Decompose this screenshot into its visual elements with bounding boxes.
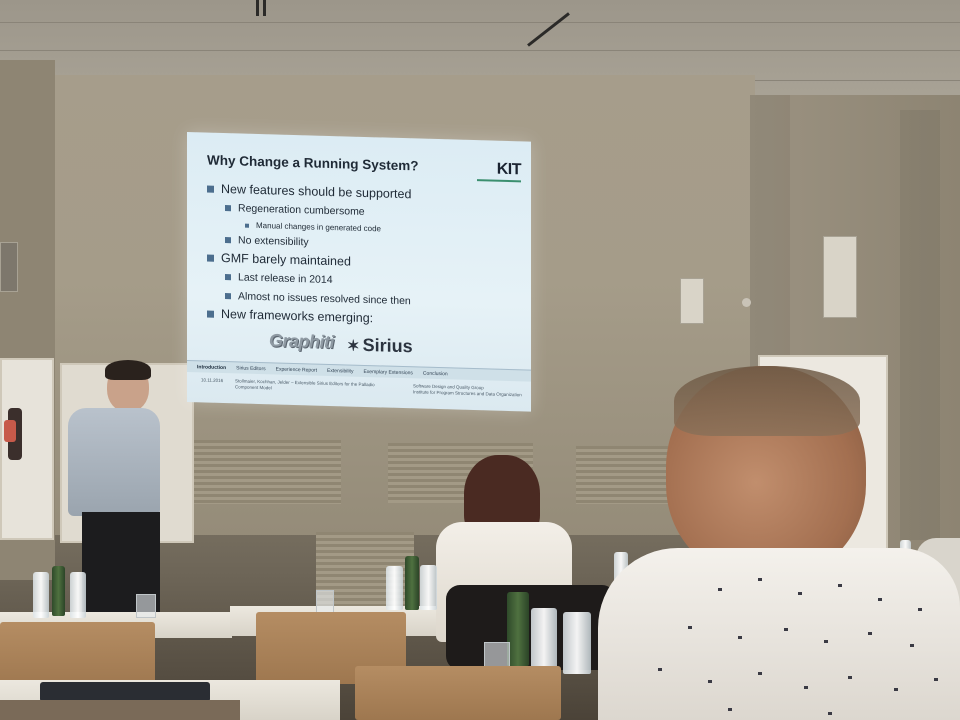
shirt-pattern	[658, 578, 938, 715]
water-bottle	[386, 566, 403, 610]
slide-authors-line2: Component Model	[235, 384, 272, 391]
slide-bullet: Regeneration cumbersome	[225, 202, 365, 218]
poster-figure	[4, 420, 16, 442]
conference-room-photo: Why Change a Running System? KIT New fea…	[0, 0, 960, 720]
kit-logo-text: KIT	[496, 160, 521, 179]
slide-nav-item: Sirius Editors	[236, 365, 266, 373]
wall-speaker	[680, 278, 704, 324]
green-bottle	[52, 566, 65, 616]
wall-vent	[193, 440, 341, 504]
sirius-star-icon: ✶	[347, 337, 360, 355]
projected-slide: Why Change a Running System? KIT New fea…	[187, 132, 531, 412]
ceiling-light-strip	[256, 0, 259, 16]
bullet-square-icon	[245, 223, 249, 228]
slide-bullet: New features should be supported	[207, 182, 411, 201]
green-bottle	[507, 592, 529, 666]
foreground-man-shirt	[598, 548, 960, 720]
laptop	[40, 682, 210, 702]
sirius-logo: ✶ Sirius	[347, 334, 413, 357]
slide-nav-item: Introduction	[197, 364, 227, 372]
bullet-square-icon	[225, 293, 231, 300]
bullet-square-icon	[207, 254, 214, 262]
slide-bullet: New frameworks emerging:	[207, 307, 373, 325]
drinking-glass	[136, 594, 156, 618]
water-bottle	[531, 608, 557, 668]
slide-bullet: Manual changes in generated code	[245, 221, 381, 233]
bullet-square-icon	[225, 237, 231, 244]
slide-title: Why Change a Running System?	[207, 152, 419, 174]
wall-speaker	[823, 236, 857, 318]
wall-speaker	[0, 242, 18, 292]
ceiling-light-strip	[263, 0, 266, 16]
slide-nav-item: Exemplary Extensions	[363, 368, 413, 377]
chair-back	[0, 622, 155, 688]
presenter-hair	[105, 360, 151, 380]
bullet-square-icon	[225, 274, 231, 281]
bullet-square-icon	[207, 310, 214, 318]
slide-bullet: Almost no issues resolved since then	[225, 290, 411, 307]
slide-nav-item: Conclusion	[422, 370, 448, 378]
slide-bullet: No extensibility	[225, 234, 309, 248]
graphiti-logo: Graphiti	[269, 330, 335, 353]
kit-logo-underline	[477, 179, 521, 183]
ceiling-panel-line	[0, 22, 960, 23]
water-bottle	[33, 572, 49, 618]
water-bottle	[563, 612, 591, 674]
foreground-man-hair	[674, 366, 860, 436]
green-bottle	[405, 556, 419, 610]
slide-nav-item: Extensibility	[327, 367, 354, 375]
ceiling-panel-line	[0, 50, 960, 51]
slide-bullet: Last release in 2014	[225, 271, 333, 286]
slide-institute: Institute for Program Structures and Dat…	[413, 389, 522, 398]
left-poster	[0, 358, 54, 540]
water-bottle	[420, 565, 437, 610]
slide-nav-item: Experience Report	[275, 366, 318, 374]
chair-back	[0, 700, 240, 720]
bullet-square-icon	[207, 185, 214, 193]
slide-date: 10.11.2016	[201, 377, 224, 384]
wall-pillar	[900, 110, 940, 540]
wall-vent	[576, 446, 668, 504]
drinking-glass	[316, 590, 334, 614]
slide-bullet: GMF barely maintained	[207, 251, 351, 269]
wall-sensor	[742, 298, 751, 307]
presenter-shirt	[68, 408, 160, 516]
water-bottle	[70, 572, 86, 618]
kit-logo: KIT	[477, 160, 521, 183]
bullet-square-icon	[225, 205, 231, 212]
chair-back	[355, 666, 561, 720]
